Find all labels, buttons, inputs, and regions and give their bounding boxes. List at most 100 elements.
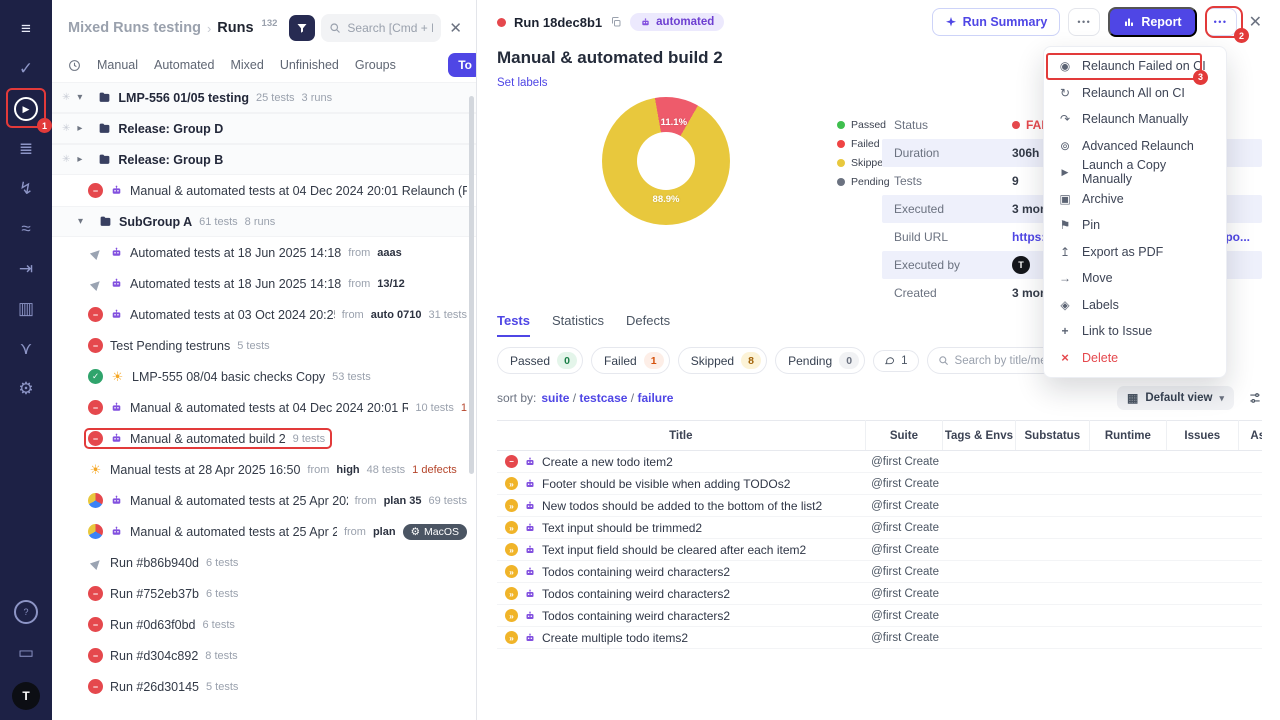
chevron-icon[interactable]: ▸ — [77, 154, 87, 165]
table-header-cell[interactable]: Suite — [865, 421, 943, 451]
runs-filter-tab[interactable]: Manual — [97, 58, 138, 72]
sort-link[interactable]: testcase — [579, 391, 637, 405]
set-labels-link[interactable]: Set labels — [497, 77, 548, 89]
tree-item[interactable]: ✳ Automated tests at 03 Oct 2024 20:25 f… — [52, 299, 476, 330]
test-row[interactable]: Todos containing weird characters2 @firs… — [497, 605, 1262, 627]
sidebar-icon[interactable]: ↯ — [9, 172, 43, 206]
tree-item[interactable]: ✳ ▾ SubGroup A 61 tes — [52, 206, 476, 237]
test-row[interactable]: Footer should be visible when adding TOD… — [497, 473, 1262, 495]
tree-item[interactable]: ✳ Run #0d63f0bd 6 te — [52, 609, 476, 640]
sidebar-icon[interactable]: ▥ — [9, 292, 43, 326]
sidebar-bottom-icon[interactable]: ? — [14, 600, 38, 624]
tree-item[interactable]: ✳ Automated tests at 18 Jun 2025 14:18 f… — [52, 268, 476, 299]
comments-filter-chip[interactable]: 1 — [873, 350, 918, 372]
status-filter-chip[interactable]: Failed 1 — [591, 347, 670, 374]
default-view-dropdown[interactable]: ▦ Default view ▾ — [1117, 386, 1234, 410]
tree-item[interactable]: ✳ LMP-555 08/04 basic checks Copy — [52, 361, 476, 392]
recent-icon[interactable] — [68, 59, 81, 72]
chevron-icon[interactable]: ▸ — [77, 123, 87, 134]
view-tab[interactable]: Defects — [626, 313, 670, 337]
sidebar-icon[interactable]: ≡ — [9, 12, 43, 46]
runs-filter-tab[interactable]: Mixed — [230, 58, 263, 72]
sort-link[interactable]: failure — [637, 391, 673, 405]
tree-item[interactable]: ✳ Run #752eb37b 6 te — [52, 578, 476, 609]
tree-item[interactable]: ✳ Test Pending testruns — [52, 330, 476, 361]
menu-item[interactable]: Launch a Copy Manually — [1044, 159, 1226, 186]
menu-item[interactable]: Export as PDF — [1044, 239, 1226, 266]
today-button[interactable]: To — [448, 53, 477, 77]
test-row[interactable]: New todos should be added to the bottom … — [497, 495, 1262, 517]
test-row[interactable]: Text input should be trimmed2 @first Cre… — [497, 517, 1262, 539]
tree-item[interactable]: ✳ ▸ Release: Group B — [52, 144, 476, 175]
sidebar-icon[interactable]: ⚙ — [9, 372, 43, 406]
chevron-icon[interactable]: ▾ — [77, 92, 87, 103]
filter-button[interactable] — [289, 15, 315, 41]
tree-item[interactable]: ✳ Run #26d30145 5 te — [52, 671, 476, 702]
tree-item[interactable]: ✳ ▾ LMP-556 01/05 testing — [52, 82, 476, 113]
test-row[interactable]: Create a new todo item2 @first Create ..… — [497, 451, 1262, 473]
sort-link[interactable]: suite — [541, 391, 579, 405]
tree-item[interactable]: ✳ Manual & automated tests at 25 Apr 202… — [52, 516, 476, 547]
tree-item[interactable]: ✳ Run #b86b940d 6 te — [52, 547, 476, 578]
menu-item[interactable]: Relaunch Failed on CI 3 — [1044, 53, 1226, 80]
menu-item[interactable]: Link to Issue — [1044, 318, 1226, 345]
sidebar-icon[interactable]: ⇥ — [9, 252, 43, 286]
panel-close-icon[interactable]: ✕ — [449, 19, 462, 37]
tree-item[interactable]: ✳ Run #d304c892 8 te — [52, 640, 476, 671]
sidebar-icon[interactable]: ✓ — [9, 52, 43, 86]
detail-value-overflow[interactable]: po... — [1225, 230, 1250, 244]
menu-item[interactable]: Relaunch Manually — [1044, 106, 1226, 133]
sidebar-icon[interactable]: ⋎ — [9, 332, 43, 366]
menu-item[interactable]: Delete — [1044, 345, 1226, 372]
sidebar-icon[interactable]: ▶ — [14, 97, 38, 121]
test-row[interactable]: Text input field should be cleared after… — [497, 539, 1262, 561]
test-row[interactable]: Todos containing weird characters2 @firs… — [497, 561, 1262, 583]
drag-handle-icon[interactable]: ✳ — [62, 154, 70, 165]
menu-item[interactable]: Labels — [1044, 292, 1226, 319]
menu-item[interactable]: Archive — [1044, 186, 1226, 213]
sidebar-icon[interactable]: ≈ — [9, 212, 43, 246]
menu-item[interactable]: Pin — [1044, 212, 1226, 239]
runs-filter-tab[interactable]: Automated — [154, 58, 214, 72]
status-filter-chip[interactable]: Pending 0 — [775, 347, 865, 374]
run-summary-button[interactable]: Run Summary — [932, 8, 1061, 36]
table-header-cell[interactable]: Runtime — [1090, 421, 1167, 451]
table-header-cell[interactable]: Tags & Envs — [943, 421, 1015, 451]
close-icon[interactable]: ✕ — [1249, 12, 1262, 32]
tree-item[interactable]: ✳ Manual & automated tests at 04 Dec 202… — [52, 392, 476, 423]
table-header-cell[interactable]: Substatus — [1015, 421, 1089, 451]
sidebar-icon[interactable]: ≣ — [9, 132, 43, 166]
tree-item[interactable]: ✳ Manual & automated tests at 25 Apr 202… — [52, 485, 476, 516]
more-actions-button[interactable] — [1068, 8, 1100, 36]
view-tab[interactable]: Statistics — [552, 313, 604, 337]
tree-item[interactable]: ✳ ▸ Release: Group D — [52, 113, 476, 144]
panel-scrollbar[interactable] — [469, 96, 474, 474]
view-tab[interactable]: Tests — [497, 313, 530, 337]
run-menu-trigger[interactable] — [1205, 8, 1237, 36]
user-avatar[interactable]: T — [12, 682, 40, 710]
status-filter-chip[interactable]: Passed 0 — [497, 347, 583, 374]
tree-item[interactable]: ✳ Manual tests at 28 Apr 2025 16:50 from — [52, 454, 476, 485]
breadcrumb-project[interactable]: Mixed Runs testing — [68, 20, 201, 36]
chevron-icon[interactable]: ▾ — [78, 216, 88, 227]
tree-item[interactable]: ✳ Manual & automated build 2 — [52, 423, 476, 454]
table-header-cell[interactable]: Assigned To — [1238, 421, 1262, 451]
report-button[interactable]: Report — [1108, 7, 1196, 37]
tree-item[interactable]: ✳ Manual & automated tests at 04 Dec 202… — [52, 175, 476, 206]
tree-item[interactable]: ✳ Automated tests at 18 Jun 2025 14:18 f… — [52, 237, 476, 268]
runs-filter-tab[interactable]: Unfinished — [280, 58, 339, 72]
runs-filter-tab[interactable]: Groups — [355, 58, 396, 72]
runs-search-input[interactable]: Search [Cmd + K — [321, 14, 441, 42]
drag-handle-icon[interactable]: ✳ — [62, 92, 70, 103]
table-header-cell[interactable]: Title — [497, 421, 865, 451]
test-row[interactable]: Create multiple todo items2 @first Creat… — [497, 627, 1262, 649]
table-header-cell[interactable]: Issues — [1166, 421, 1238, 451]
drag-handle-icon[interactable]: ✳ — [62, 123, 70, 134]
executor-avatar[interactable]: T — [1012, 256, 1030, 274]
copy-icon[interactable] — [610, 16, 622, 28]
automated-badge[interactable]: automated — [630, 13, 724, 31]
column-settings-icon[interactable] — [1248, 391, 1262, 405]
menu-item[interactable]: Move — [1044, 265, 1226, 292]
sidebar-bottom-icon[interactable]: ▭ — [9, 636, 43, 670]
menu-item[interactable]: Advanced Relaunch — [1044, 133, 1226, 160]
